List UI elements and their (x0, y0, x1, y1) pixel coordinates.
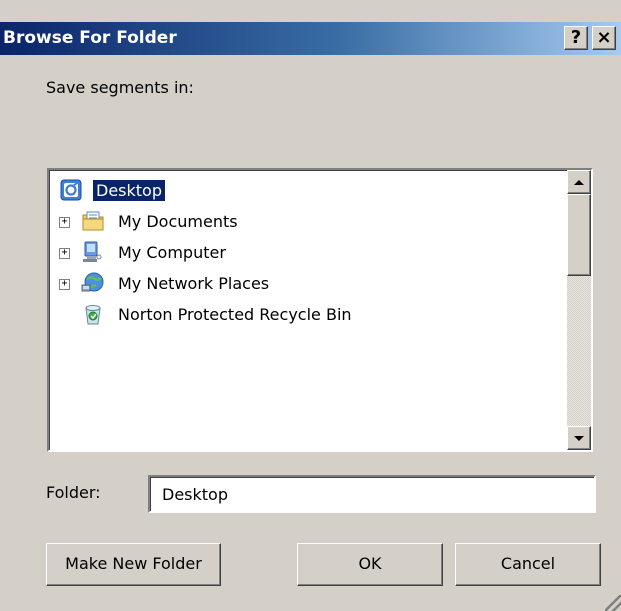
tree-item-my-computer[interactable]: + My Computer (59, 239, 539, 267)
folder-label: Folder: (46, 483, 101, 502)
scroll-thumb[interactable] (567, 194, 591, 276)
tree-item-label: Norton Protected Recycle Bin (118, 305, 352, 324)
arrow-up-icon (574, 180, 584, 185)
recycle-bin-icon (85, 305, 101, 325)
ok-button[interactable]: OK (297, 543, 443, 586)
expand-icon[interactable]: + (59, 217, 70, 228)
tree-item-label: My Documents (118, 212, 238, 231)
folder-tree[interactable]: Desktop + My Documents + My Computer + M… (47, 168, 593, 452)
help-button[interactable]: ? (564, 26, 588, 50)
tree-item-desktop[interactable]: Desktop (59, 177, 539, 205)
network-places-icon (81, 272, 104, 292)
tree-item-label: My Computer (118, 243, 226, 262)
expand-icon[interactable]: + (59, 279, 70, 290)
window-title: Browse For Folder (3, 28, 177, 48)
expand-icon[interactable]: + (59, 248, 70, 259)
title-bar[interactable]: Browse For Folder ? × (0, 22, 621, 55)
tree-scrollbar[interactable] (567, 170, 591, 450)
make-new-folder-button[interactable]: Make New Folder (46, 543, 221, 586)
close-button[interactable]: × (592, 26, 616, 50)
tree-item-label: My Network Places (118, 274, 270, 293)
tree-item-my-documents[interactable]: + My Documents (59, 208, 539, 236)
resize-grip-icon[interactable] (605, 595, 621, 611)
my-documents-icon (82, 211, 104, 231)
desktop-icon (60, 179, 82, 201)
folder-input[interactable] (148, 475, 596, 513)
arrow-down-icon (574, 436, 584, 441)
tree-item-recycle-bin[interactable]: Norton Protected Recycle Bin (59, 301, 539, 329)
tree-item-my-network-places[interactable]: + My Network Places (59, 270, 539, 298)
dialog-prompt: Save segments in: (46, 78, 194, 97)
scroll-up-button[interactable] (567, 170, 591, 194)
cancel-button[interactable]: Cancel (455, 543, 601, 586)
tree-item-label: Desktop (93, 180, 165, 201)
my-computer-icon (83, 241, 102, 262)
scroll-down-button[interactable] (567, 426, 591, 450)
